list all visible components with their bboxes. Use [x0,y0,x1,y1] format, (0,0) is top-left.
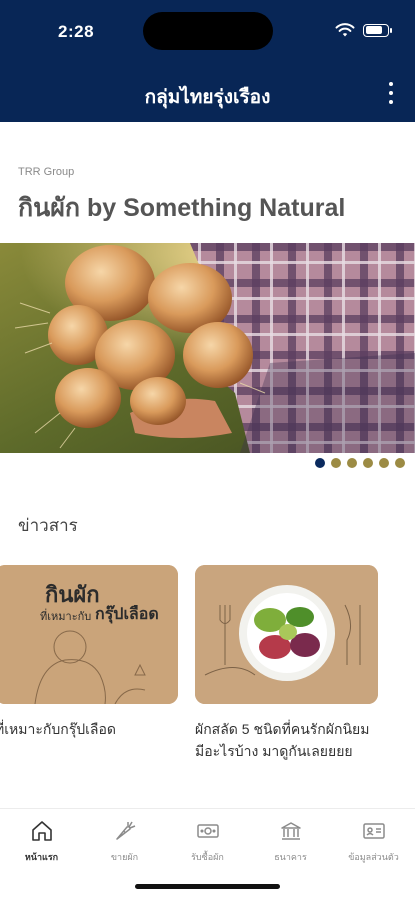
bank-icon [280,822,301,840]
onion-harvest-photo [0,243,415,453]
more-dot-icon [389,91,393,95]
page-title: กินผัก by Something Natural [18,194,346,222]
nav-item-profile[interactable]: ข้อมูลส่วนตัว [332,819,415,864]
app-title: กลุ่มไทยรุ่งเรือง [144,87,271,108]
status-time: 2:28 [58,22,95,41]
salad-plate-illustration [195,565,378,704]
nav-label: ข้อมูลส่วนตัว [348,852,399,862]
pager-dot[interactable] [363,458,373,468]
news-caption: ผักสลัด 5 ชนิดที่คนรักผักนิยมมีอะไรบ้าง … [195,721,370,759]
news-heading: ข่าวสาร [18,516,78,535]
news-card[interactable]: กินผัก ที่เหมาะกับ กรุ๊ปเลือด ที่เหมาะกั… [0,565,178,740]
home-icon [31,821,52,841]
carrot-icon [115,821,135,840]
nav-label: ขายผัก [110,852,139,862]
news-thumbnail: กินผัก ที่เหมาะกับ กรุ๊ปเลือด [0,565,178,704]
more-dot-icon [389,100,393,104]
more-menu-button[interactable] [385,82,397,104]
battery-icon [363,23,392,37]
banner-carousel[interactable] [0,243,415,453]
nav-item-buy-vegetables[interactable]: รับซื้อผัก [166,819,249,864]
system-icons [335,22,392,38]
thumb-subtitle: ที่เหมาะกับ [40,611,92,623]
id-card-icon [362,823,385,839]
nav-item-home[interactable]: หน้าแรก [0,819,83,864]
group-label: TRR Group [18,166,75,178]
app-header: 2:28 กลุ่มไทยรุ่งเรือง [0,0,415,122]
nav-label: รับซื้อผัก [191,852,224,862]
pager-dot[interactable] [347,458,357,468]
money-icon [196,824,219,838]
thumb-highlight: กรุ๊ปเลือด [95,606,159,623]
news-card[interactable]: ผักสลัด 5 ชนิดที่คนรักผักนิยมมีอะไรบ้าง … [195,565,378,762]
news-list[interactable]: กินผัก ที่เหมาะกับ กรุ๊ปเลือด ที่เหมาะกั… [0,565,415,775]
dynamic-island [143,12,273,50]
nav-item-bank[interactable]: ธนาคาร [249,819,332,864]
news-caption: ที่เหมาะกับกรุ๊ปเลือด [0,721,116,737]
nav-label: ธนาคาร [274,852,307,862]
home-indicator [135,884,280,889]
status-bar: 2:28 [0,0,415,60]
wifi-icon [335,23,355,37]
news-thumbnail [195,565,378,704]
nav-label: หน้าแรก [24,852,59,862]
pager-dot[interactable] [315,458,325,468]
pager-dot[interactable] [331,458,341,468]
pager-dot[interactable] [395,458,405,468]
pager-dot[interactable] [379,458,389,468]
carousel-pager [315,458,405,468]
nav-item-sell-vegetables[interactable]: ขายผัก [83,819,166,864]
more-dot-icon [389,82,393,86]
